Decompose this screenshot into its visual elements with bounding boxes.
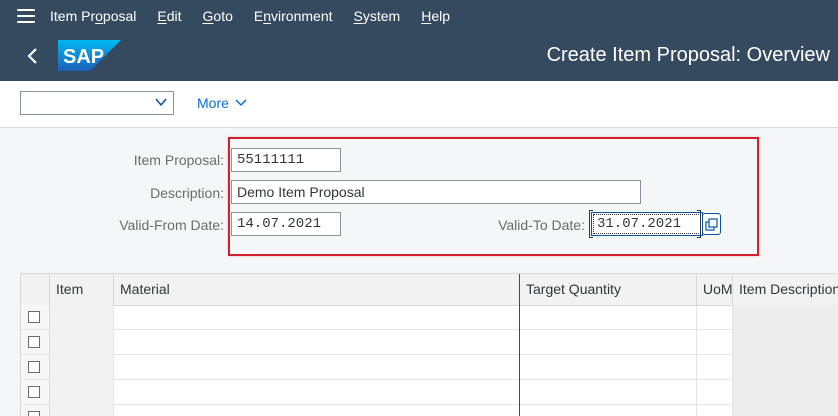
calendar-button[interactable] [702, 213, 721, 235]
description-field[interactable]: Demo Item Proposal [231, 180, 641, 204]
menu-bar: Item Proposal Edit Goto Environment Syst… [0, 0, 838, 31]
logo-text: SAP [63, 46, 104, 68]
table-cell[interactable] [697, 355, 733, 380]
table-cell[interactable] [50, 355, 114, 380]
value-help-icon [705, 217, 718, 231]
column-divider [519, 274, 520, 416]
table-cell[interactable] [114, 355, 520, 380]
table-cell[interactable] [697, 305, 733, 330]
item-proposal-field[interactable]: 55111111 [231, 148, 341, 172]
valid-to-label: Valid-To Date: [498, 217, 585, 233]
chevron-down-icon [235, 99, 247, 107]
row-select-checkbox[interactable] [28, 336, 40, 348]
item-proposal-label: Item Proposal: [133, 152, 224, 168]
valid-to-field[interactable]: 31.07.2021 [591, 212, 703, 236]
menu-item-system[interactable]: System [354, 8, 401, 24]
table-cell[interactable] [520, 355, 697, 380]
sap-logo: SAP [58, 40, 121, 71]
menu-item-item-proposal[interactable]: Item Proposal [50, 8, 136, 24]
hamburger-menu-icon[interactable] [17, 8, 35, 23]
table-cell[interactable] [520, 380, 697, 405]
row-select-checkbox[interactable] [28, 361, 40, 373]
variant-dropdown[interactable] [20, 91, 174, 115]
page-title: Create Item Proposal: Overview [546, 44, 830, 66]
table-cell[interactable] [733, 330, 838, 355]
menu-item-help[interactable]: Help [421, 8, 450, 24]
items-table: Item Material Target Quantity UoM Item D… [20, 273, 838, 416]
table-cell[interactable] [50, 405, 114, 416]
row-select-checkbox[interactable] [28, 411, 40, 416]
more-button[interactable]: More [197, 95, 247, 111]
column-header-uom[interactable]: UoM [697, 274, 733, 305]
table-cell[interactable] [114, 330, 520, 355]
valid-from-field[interactable]: 14.07.2021 [231, 212, 341, 236]
valid-from-label: Valid-From Date: [119, 217, 224, 233]
focus-bracket-right [697, 210, 701, 238]
table-cell[interactable] [114, 305, 520, 330]
column-header-material[interactable]: Material [114, 274, 520, 305]
focus-bracket-left [589, 210, 593, 238]
table-cell[interactable] [733, 380, 838, 405]
table-cell[interactable] [697, 380, 733, 405]
table-row [21, 330, 838, 355]
table-cell[interactable] [114, 405, 520, 416]
chevron-left-icon [27, 48, 37, 64]
row-select-checkbox[interactable] [28, 311, 40, 323]
table-cell[interactable] [733, 355, 838, 380]
back-button[interactable] [20, 44, 44, 68]
table-row [21, 405, 838, 416]
shell-header: SAP Create Item Proposal: Overview [0, 31, 838, 81]
row-select-checkbox[interactable] [28, 386, 40, 398]
table-cell[interactable] [50, 330, 114, 355]
table-cell[interactable] [50, 305, 114, 330]
chevron-down-icon [155, 98, 167, 107]
table-cell[interactable] [733, 405, 838, 416]
description-label: Description: [150, 185, 224, 201]
column-header-item-description[interactable]: Item Description [733, 274, 838, 305]
column-header-item[interactable]: Item [50, 274, 114, 305]
table-cell[interactable] [114, 380, 520, 405]
column-header-target-quantity[interactable]: Target Quantity [520, 274, 697, 305]
table-cell[interactable] [520, 305, 697, 330]
menu-item-goto[interactable]: Goto [203, 8, 233, 24]
table-row [21, 380, 838, 405]
menu-item-edit[interactable]: Edit [157, 8, 181, 24]
menu-item-environment[interactable]: Environment [254, 8, 333, 24]
more-label: More [197, 95, 229, 111]
table-cell[interactable] [697, 330, 733, 355]
table-cell[interactable] [520, 405, 697, 416]
toolbar: More [0, 81, 838, 128]
table-cell[interactable] [50, 380, 114, 405]
table-cell[interactable] [733, 305, 838, 330]
table-row [21, 355, 838, 380]
table-row [21, 305, 838, 330]
table-cell[interactable] [520, 330, 697, 355]
table-header: Item Material Target Quantity UoM Item D… [21, 274, 838, 306]
table-cell[interactable] [697, 405, 733, 416]
select-all-header[interactable] [21, 274, 50, 305]
